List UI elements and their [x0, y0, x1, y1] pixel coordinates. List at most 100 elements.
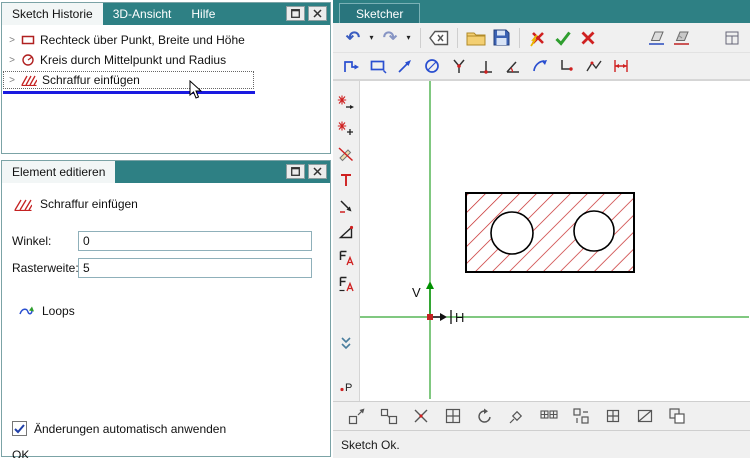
save-icon	[493, 29, 509, 46]
tab-sketch-historie[interactable]: Sketch Historie	[2, 3, 103, 25]
reposition-button[interactable]	[345, 404, 369, 428]
editor-header: Schraffur einfügen	[14, 197, 320, 211]
discard-changes-button[interactable]	[526, 26, 550, 50]
split-tool-button[interactable]	[447, 54, 471, 78]
tab-label: Element editieren	[12, 165, 106, 179]
rectangle-tool-button[interactable]	[366, 54, 390, 78]
expand-chevron-icon[interactable]: >	[8, 55, 16, 66]
circle-tool-icon	[425, 59, 439, 73]
profile-tool-button[interactable]	[339, 54, 363, 78]
tab-hilfe[interactable]: Hilfe	[181, 3, 225, 25]
app-root: Sketch Historie 3D-Ansicht Hilfe > Recht…	[0, 0, 750, 458]
angle-snap-button[interactable]	[335, 221, 357, 242]
toolbar-separator	[457, 27, 458, 48]
rotate-button[interactable]	[473, 404, 497, 428]
perpendicular-tool-icon	[480, 61, 492, 74]
trim-button[interactable]	[409, 404, 433, 428]
tab-label: Hilfe	[191, 7, 216, 21]
matrix-icon	[606, 409, 620, 423]
redo-history-dropdown[interactable]: ▾	[403, 26, 414, 50]
snap-point-add-icon	[337, 121, 353, 135]
panel-grid-icon	[725, 31, 739, 44]
swap-button[interactable]	[569, 404, 593, 428]
rasterweite-field-row: Rasterweite:	[12, 258, 320, 278]
drawing-area[interactable]: V H	[360, 81, 750, 401]
panel-layout-button[interactable]	[720, 26, 744, 50]
line-tool-icon	[398, 60, 411, 73]
line-tool-button[interactable]	[393, 54, 417, 78]
delete-last-button[interactable]	[427, 26, 451, 50]
section-button[interactable]	[633, 404, 657, 428]
origin-marker[interactable]	[427, 314, 433, 320]
tab-element-editieren[interactable]: Element editieren	[2, 161, 116, 183]
copy-geometry-icon	[380, 408, 398, 425]
loops-row[interactable]: Loops	[18, 304, 320, 318]
dimension-tool-button[interactable]	[609, 54, 633, 78]
circle-tool-button[interactable]	[420, 54, 444, 78]
erase-all-button[interactable]	[670, 26, 694, 50]
polyline-tool-button[interactable]	[582, 54, 606, 78]
array-icon	[540, 410, 558, 419]
rotate-icon	[478, 408, 491, 423]
duplicate-icon	[669, 408, 685, 424]
undo-button[interactable]: ↶	[341, 26, 365, 50]
history-item-schraffur[interactable]: > Schraffur einfügen	[2, 70, 255, 90]
auto-apply-checkbox[interactable]	[12, 421, 27, 436]
arc-tool-icon	[533, 60, 547, 72]
circle-item-icon	[22, 54, 34, 66]
free-constraint-icon	[339, 276, 354, 291]
angle-tool-button[interactable]	[501, 54, 525, 78]
sketch-workspace: P V H	[333, 80, 750, 401]
sketch-canvas[interactable]: V H	[360, 81, 749, 399]
cancel-sketch-button[interactable]	[576, 26, 600, 50]
erase-element-button[interactable]	[645, 26, 669, 50]
close-button[interactable]	[308, 6, 327, 21]
circle-loop-left[interactable]	[490, 211, 534, 255]
duplicate-button[interactable]	[665, 404, 689, 428]
free-constraint-button[interactable]	[335, 273, 357, 294]
redo-button[interactable]: ↷	[378, 26, 402, 50]
fix-constraint-button[interactable]	[335, 247, 357, 268]
rasterweite-input[interactable]	[78, 258, 312, 278]
snap-point-button[interactable]	[335, 91, 357, 112]
corner-tool-button[interactable]	[555, 54, 579, 78]
maximize-button[interactable]	[286, 6, 305, 21]
tab-3d-ansicht[interactable]: 3D-Ansicht	[103, 3, 182, 25]
open-sketch-button[interactable]	[464, 26, 488, 50]
close-button[interactable]	[308, 164, 327, 179]
circle-loop-right[interactable]	[573, 210, 615, 252]
undo-history-dropdown[interactable]: ▾	[366, 26, 377, 50]
maximize-button[interactable]	[286, 164, 305, 179]
history-list: > Rechteck über Punkt, Breite und Höhe >…	[2, 25, 330, 153]
direction-snap-button[interactable]	[335, 195, 357, 216]
loops-label: Loops	[42, 304, 75, 318]
rectangle-item-icon	[21, 35, 35, 45]
save-sketch-button[interactable]	[489, 26, 513, 50]
check-icon	[555, 31, 571, 46]
collapse-strip-button[interactable]	[335, 333, 357, 354]
accept-sketch-button[interactable]	[551, 26, 575, 50]
sketch-history-window: Sketch Historie 3D-Ansicht Hilfe > Recht…	[1, 2, 331, 154]
winkel-input[interactable]	[78, 231, 312, 251]
history-item-rechteck[interactable]: > Rechteck über Punkt, Breite und Höhe	[2, 30, 330, 50]
point-mode-button[interactable]: P	[336, 374, 358, 395]
undo-icon: ↶	[345, 28, 361, 47]
array-button[interactable]	[537, 404, 561, 428]
ok-button[interactable]: OK	[12, 448, 29, 458]
rectangle-tool-icon	[370, 60, 387, 74]
history-item-kreis[interactable]: > Kreis durch Mittelpunkt und Radius	[2, 50, 330, 70]
copy-geometry-button[interactable]	[377, 404, 401, 428]
sketcher-panel: Sketcher ↶ ▾ ↷ ▾ P V H Sketch Ok.	[333, 0, 750, 458]
arc-tool-button[interactable]	[528, 54, 552, 78]
expand-chevron-icon[interactable]: >	[8, 75, 16, 86]
history-item-label: Rechteck über Punkt, Breite und Höhe	[40, 33, 245, 47]
perpendicular-tool-button[interactable]	[474, 54, 498, 78]
grid-button[interactable]	[441, 404, 465, 428]
snap-point-add-button[interactable]	[335, 117, 357, 138]
transform-button[interactable]	[505, 404, 529, 428]
no-snap-button[interactable]	[335, 143, 357, 164]
ortho-snap-button[interactable]	[335, 169, 357, 190]
tab-sketcher[interactable]: Sketcher	[339, 3, 421, 23]
expand-chevron-icon[interactable]: >	[8, 35, 16, 46]
matrix-button[interactable]	[601, 404, 625, 428]
